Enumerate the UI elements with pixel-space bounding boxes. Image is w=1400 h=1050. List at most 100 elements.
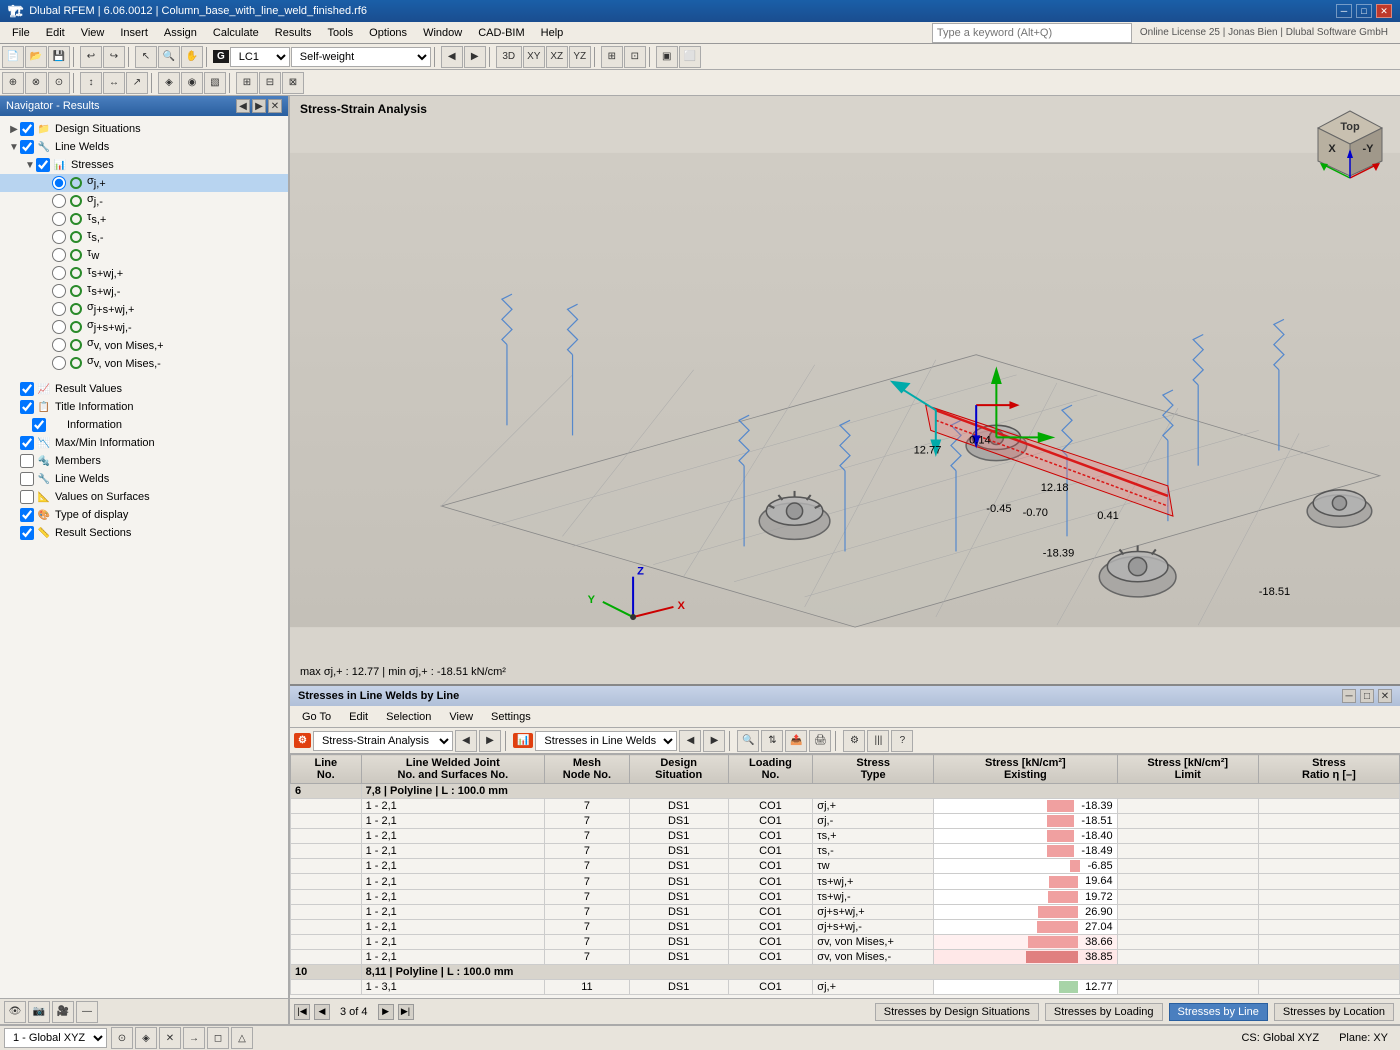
check-maxmin[interactable] xyxy=(20,436,34,450)
check-result-values[interactable] xyxy=(20,382,34,396)
new-btn[interactable]: 📄 xyxy=(2,46,24,68)
status-btn3[interactable]: ✕ xyxy=(159,1027,181,1049)
nav-bottom-btn4[interactable]: — xyxy=(76,1001,98,1023)
menu-tools[interactable]: Tools xyxy=(319,25,361,41)
tree-item-vm-minus[interactable]: σv, von Mises,- xyxy=(0,354,288,372)
tree-item-members[interactable]: 🔩 Members xyxy=(0,452,288,470)
view-xy[interactable]: XY xyxy=(523,46,545,68)
menu-options[interactable]: Options xyxy=(361,25,415,41)
toggle-design[interactable]: ▶ xyxy=(8,124,20,135)
tree-item-stresses[interactable]: ▼ 📊 Stresses xyxy=(0,156,288,174)
radio-ts-plus[interactable] xyxy=(52,212,66,226)
table-prev[interactable]: ◀ xyxy=(679,730,701,752)
nav-bottom-btn1[interactable]: 👁 xyxy=(4,1001,26,1023)
menu-window[interactable]: Window xyxy=(415,25,470,41)
view-3d[interactable]: 3D xyxy=(496,46,522,68)
tree-item-sj-plus[interactable]: σj,+ xyxy=(0,174,288,192)
status-btn6[interactable]: △ xyxy=(231,1027,253,1049)
zoom-btn[interactable]: 🔍 xyxy=(158,46,180,68)
check-design[interactable] xyxy=(20,122,34,136)
sort-btn[interactable]: ⇅ xyxy=(761,730,783,752)
wire-btn[interactable]: ⬜ xyxy=(679,46,701,68)
view-yz[interactable]: YZ xyxy=(569,46,591,68)
page-next[interactable]: ▶ xyxy=(378,1004,394,1020)
table-next[interactable]: ▶ xyxy=(703,730,725,752)
radio-sj-minus[interactable] xyxy=(52,194,66,208)
viewport-3d[interactable]: Stress-Strain Analysis xyxy=(290,96,1400,684)
radio-vm-minus[interactable] xyxy=(52,356,66,370)
menu-file[interactable]: File xyxy=(4,25,38,41)
nav-bottom-btn2[interactable]: 📷 xyxy=(28,1001,50,1023)
tree-item-design-situations[interactable]: ▶ 📁 Design Situations xyxy=(0,120,288,138)
btn-b[interactable]: ▶ xyxy=(464,46,486,68)
radio-tw[interactable] xyxy=(52,248,66,262)
view-xz[interactable]: XZ xyxy=(546,46,568,68)
t2-btn5[interactable]: ↔ xyxy=(103,72,125,94)
check-line-welds-2[interactable] xyxy=(20,472,34,486)
module-combo[interactable]: Stress-Strain Analysis xyxy=(313,731,453,751)
radio-tswj-minus[interactable] xyxy=(52,284,66,298)
check-stresses[interactable] xyxy=(36,158,50,172)
tab-design-situations[interactable]: Stresses by Design Situations xyxy=(875,1003,1039,1021)
tree-item-values-surfaces[interactable]: 📐 Values on Surfaces xyxy=(0,488,288,506)
nav-next[interactable]: ▶ xyxy=(252,99,266,113)
help-btn[interactable]: ? xyxy=(891,730,913,752)
t2-btn1[interactable]: ⊕ xyxy=(2,72,24,94)
radio-tswj-plus[interactable] xyxy=(52,266,66,280)
radio-sj-plus[interactable] xyxy=(52,176,66,190)
results-menu-edit[interactable]: Edit xyxy=(341,709,376,725)
pan-btn[interactable]: ✋ xyxy=(181,46,203,68)
tree-item-maxmin[interactable]: 📉 Max/Min Information xyxy=(0,434,288,452)
results-menu-view[interactable]: View xyxy=(441,709,481,725)
results-menu-settings[interactable]: Settings xyxy=(483,709,539,725)
menu-calculate[interactable]: Calculate xyxy=(205,25,267,41)
tree-item-sjswj-plus[interactable]: σj+s+wj,+ xyxy=(0,300,288,318)
page-last[interactable]: ▶| xyxy=(398,1004,414,1020)
results-menu-selection[interactable]: Selection xyxy=(378,709,439,725)
tab-loading[interactable]: Stresses by Loading xyxy=(1045,1003,1163,1021)
menu-edit[interactable]: Edit xyxy=(38,25,73,41)
tree-item-ts-plus[interactable]: τs,+ xyxy=(0,210,288,228)
results-menu-goto[interactable]: Go To xyxy=(294,709,339,725)
tree-item-tswj-plus[interactable]: τs+wj,+ xyxy=(0,264,288,282)
tree-item-information[interactable]: Information xyxy=(0,416,288,434)
results-table-container[interactable]: LineNo. Line Welded JointNo. and Surface… xyxy=(290,754,1400,998)
viewport-canvas[interactable]: 12.77 12.18 -0.70 -0.45 -18.39 0.41 0.14… xyxy=(290,96,1400,684)
maximize-button[interactable]: □ xyxy=(1356,4,1372,18)
print-btn[interactable]: 🖨 xyxy=(809,730,831,752)
toggle-stresses[interactable]: ▼ xyxy=(24,160,36,171)
results-min-btn[interactable]: ─ xyxy=(1342,689,1356,703)
render-btn[interactable]: ▣ xyxy=(656,46,678,68)
tree-item-result-values[interactable]: 📈 Result Values xyxy=(0,380,288,398)
check-linewelds[interactable] xyxy=(20,140,34,154)
export-btn[interactable]: 📤 xyxy=(785,730,807,752)
t2-btn11[interactable]: ⊟ xyxy=(259,72,281,94)
status-btn2[interactable]: ◈ xyxy=(135,1027,157,1049)
tree-item-vm-plus[interactable]: σv, von Mises,+ xyxy=(0,336,288,354)
close-button[interactable]: ✕ xyxy=(1376,4,1392,18)
undo-btn[interactable]: ↩ xyxy=(80,46,102,68)
tab-location[interactable]: Stresses by Location xyxy=(1274,1003,1394,1021)
lc-selector[interactable]: LC1 xyxy=(230,47,290,67)
module-next[interactable]: ▶ xyxy=(479,730,501,752)
t2-btn12[interactable]: ⊠ xyxy=(282,72,304,94)
tree-item-tw[interactable]: τw xyxy=(0,246,288,264)
nav-prev[interactable]: ◀ xyxy=(236,99,250,113)
tree-item-title-info[interactable]: 📋 Title Information xyxy=(0,398,288,416)
zoom-all[interactable]: ⊞ xyxy=(601,46,623,68)
load-selector[interactable]: Self-weight xyxy=(291,47,431,67)
tree-item-result-sections[interactable]: 📏 Result Sections xyxy=(0,524,288,542)
settings-btn[interactable]: ⚙ xyxy=(843,730,865,752)
open-btn[interactable]: 📂 xyxy=(25,46,47,68)
radio-sjswj-plus[interactable] xyxy=(52,302,66,316)
tree-item-line-welds-2[interactable]: 🔧 Line Welds xyxy=(0,470,288,488)
menu-cadbim[interactable]: CAD-BIM xyxy=(470,25,532,41)
select-btn[interactable]: ↖ xyxy=(135,46,157,68)
menu-assign[interactable]: Assign xyxy=(156,25,205,41)
nav-bottom-btn3[interactable]: 🎥 xyxy=(52,1001,74,1023)
t2-btn7[interactable]: ◈ xyxy=(158,72,180,94)
results-close-btn[interactable]: ✕ xyxy=(1378,689,1392,703)
menu-results[interactable]: Results xyxy=(267,25,320,41)
module-prev[interactable]: ◀ xyxy=(455,730,477,752)
t2-btn8[interactable]: ◉ xyxy=(181,72,203,94)
